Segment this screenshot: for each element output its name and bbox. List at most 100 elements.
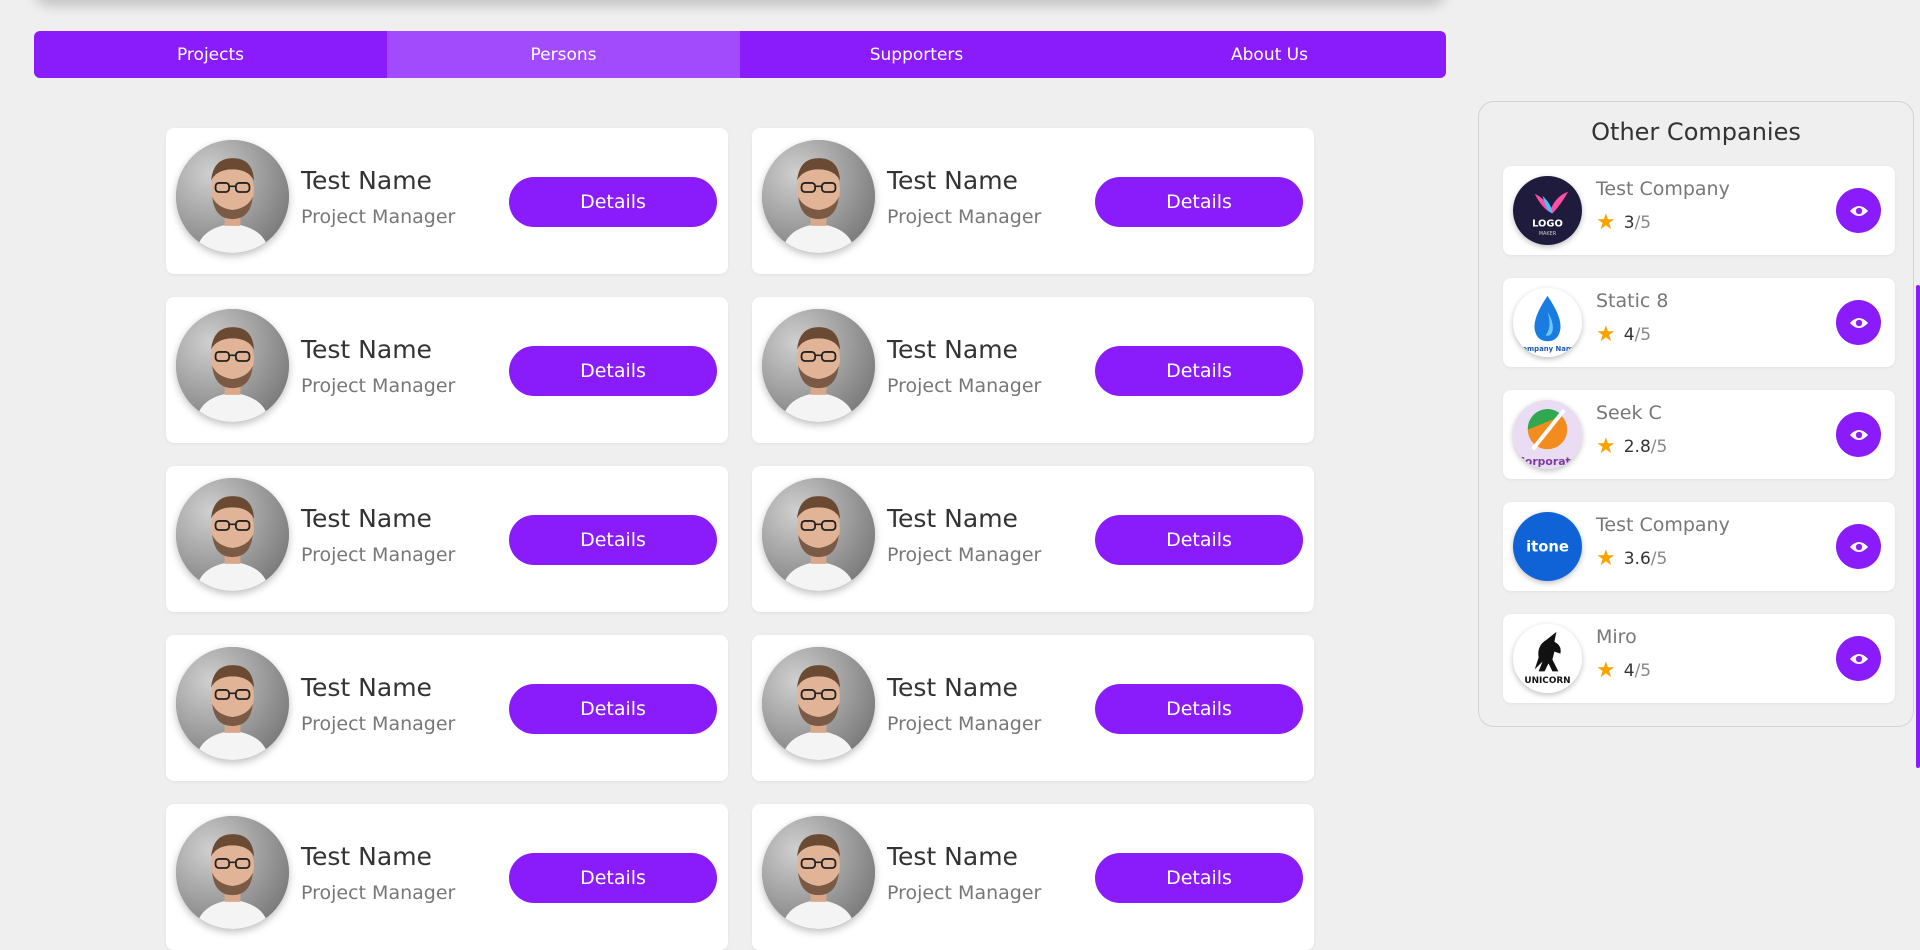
rating-out-of: /5 <box>1650 549 1668 569</box>
itone-icon: itone <box>1513 512 1582 581</box>
person-photo-icon <box>176 816 289 929</box>
details-button[interactable]: Details <box>509 177 717 227</box>
company-card: Company Name Static 8 ★ 4 /5 <box>1503 278 1895 367</box>
person-photo-icon <box>762 647 875 760</box>
person-name: Test Name <box>887 166 1018 195</box>
view-company-button[interactable] <box>1836 188 1881 233</box>
person-card: Test Name Project Manager Details <box>752 466 1314 612</box>
person-name: Test Name <box>301 166 432 195</box>
company-name: Test Company <box>1596 514 1730 536</box>
details-button[interactable]: Details <box>509 515 717 565</box>
svg-text:Company Name: Company Name <box>1517 345 1578 353</box>
person-card: Test Name Project Manager Details <box>166 466 728 612</box>
details-button[interactable]: Details <box>509 853 717 903</box>
company-rating: ★ 3 /5 <box>1596 212 1651 234</box>
tab-about-us[interactable]: About Us <box>1093 31 1446 78</box>
star-icon: ★ <box>1596 658 1616 683</box>
person-avatar <box>762 647 875 760</box>
tab-persons[interactable]: Persons <box>387 31 740 78</box>
eye-icon <box>1849 205 1868 216</box>
rating-out-of: /5 <box>1650 437 1668 457</box>
person-name: Test Name <box>301 504 432 533</box>
details-button[interactable]: Details <box>509 346 717 396</box>
other-companies-panel: Other Companies LOGO MAKER Test Company … <box>1478 101 1914 727</box>
details-button[interactable]: Details <box>1095 177 1303 227</box>
person-avatar <box>176 309 289 422</box>
person-role: Project Manager <box>887 375 1042 397</box>
person-name: Test Name <box>887 673 1018 702</box>
leaf-icon: Corporate <box>1513 400 1582 469</box>
person-photo-icon <box>176 647 289 760</box>
logo-maker-bird-icon: LOGO MAKER <box>1513 176 1582 245</box>
eye-icon <box>1849 429 1868 440</box>
rating-value: 3.6 <box>1623 549 1651 569</box>
company-name: Seek C <box>1596 402 1662 424</box>
person-name: Test Name <box>887 842 1018 871</box>
company-name: Miro <box>1596 626 1637 648</box>
person-avatar <box>176 140 289 253</box>
person-role: Project Manager <box>887 882 1042 904</box>
rating-out-of: /5 <box>1634 325 1652 345</box>
company-rating: ★ 2.8 /5 <box>1596 436 1667 458</box>
view-company-button[interactable] <box>1836 636 1881 681</box>
unicorn-horse-icon: UNICORN <box>1513 624 1582 693</box>
view-company-button[interactable] <box>1836 524 1881 569</box>
person-avatar <box>762 816 875 929</box>
rating-out-of: /5 <box>1634 661 1652 681</box>
company-rating: ★ 3.6 /5 <box>1596 548 1667 570</box>
tab-projects[interactable]: Projects <box>34 31 387 78</box>
person-avatar <box>762 478 875 591</box>
person-card: Test Name Project Manager Details <box>752 297 1314 443</box>
details-button[interactable]: Details <box>1095 346 1303 396</box>
person-role: Project Manager <box>301 713 456 735</box>
person-role: Project Manager <box>301 206 456 228</box>
eye-icon <box>1849 541 1868 552</box>
person-role: Project Manager <box>301 375 456 397</box>
person-photo-icon <box>176 140 289 253</box>
eye-icon <box>1849 317 1868 328</box>
person-card: Test Name Project Manager Details <box>166 635 728 781</box>
person-card: Test Name Project Manager Details <box>752 635 1314 781</box>
person-card: Test Name Project Manager Details <box>166 128 728 274</box>
details-button[interactable]: Details <box>1095 684 1303 734</box>
rating-value: 3 <box>1623 213 1635 233</box>
person-card: Test Name Project Manager Details <box>166 804 728 950</box>
rating-value: 2.8 <box>1623 437 1651 457</box>
tab-supporters[interactable]: Supporters <box>740 31 1093 78</box>
page-scrollbar[interactable] <box>1916 285 1920 768</box>
person-photo-icon <box>176 478 289 591</box>
person-role: Project Manager <box>887 544 1042 566</box>
person-role: Project Manager <box>301 544 456 566</box>
person-avatar <box>176 647 289 760</box>
rating-value: 4 <box>1623 325 1635 345</box>
company-card: LOGO MAKER Test Company ★ 3 /5 <box>1503 166 1895 255</box>
company-rating: ★ 4 /5 <box>1596 660 1651 682</box>
company-name: Test Company <box>1596 178 1730 200</box>
person-photo-icon <box>762 309 875 422</box>
person-card: Test Name Project Manager Details <box>752 804 1314 950</box>
person-photo-icon <box>762 816 875 929</box>
view-company-button[interactable] <box>1836 412 1881 457</box>
star-icon: ★ <box>1596 546 1616 571</box>
person-avatar <box>762 309 875 422</box>
svg-text:MAKER: MAKER <box>1539 231 1557 237</box>
main-nav-tabs: Projects Persons Supporters About Us <box>34 31 1446 78</box>
svg-text:LOGO: LOGO <box>1532 218 1563 229</box>
rating-value: 4 <box>1623 661 1635 681</box>
company-card: UNICORN Miro ★ 4 /5 <box>1503 614 1895 703</box>
company-card: Corporate Seek C ★ 2.8 /5 <box>1503 390 1895 479</box>
details-button[interactable]: Details <box>1095 853 1303 903</box>
person-photo-icon <box>176 309 289 422</box>
person-name: Test Name <box>301 673 432 702</box>
view-company-button[interactable] <box>1836 300 1881 345</box>
water-drop-icon: Company Name <box>1513 288 1582 357</box>
person-name: Test Name <box>301 335 432 364</box>
star-icon: ★ <box>1596 322 1616 347</box>
person-card: Test Name Project Manager Details <box>752 128 1314 274</box>
rating-out-of: /5 <box>1634 213 1652 233</box>
person-card: Test Name Project Manager Details <box>166 297 728 443</box>
svg-text:UNICORN: UNICORN <box>1524 676 1570 686</box>
company-name: Static 8 <box>1596 290 1669 312</box>
details-button[interactable]: Details <box>509 684 717 734</box>
details-button[interactable]: Details <box>1095 515 1303 565</box>
